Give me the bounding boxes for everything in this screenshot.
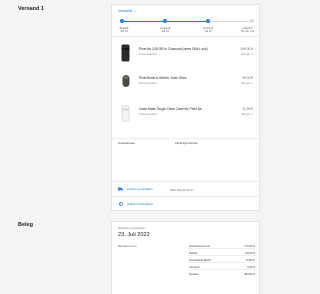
timeline-step-date: Juli 24: [161, 30, 169, 34]
timeline-step-3-check-icon: ✓: [206, 18, 210, 23]
return-icon: [118, 202, 123, 206]
product-item[interactable]: Pixel Buds A-Series, Dark Olive Sommerar…: [112, 70, 261, 98]
timeline-step-4-dot: [250, 19, 254, 23]
totals-label: Versand: [189, 265, 200, 269]
timeline-step-2: Versandt Juli 24: [153, 27, 177, 34]
product-variant: Sommerarbeit: [139, 80, 157, 85]
totals-table: Zwischensumme 770,99 € Rabatt -99,00 € G…: [188, 242, 256, 277]
payment-method-label: Zahlungsmethode: [175, 141, 198, 145]
product-variant: Sommerarbeit: [139, 51, 157, 56]
totals-value: 76,80 €: [245, 258, 255, 262]
product-name: Pixel Buds A-Series, Dark Olive: [139, 76, 187, 80]
carrier-name: DHL Parcel Conn.: [170, 188, 195, 192]
divider: [112, 181, 261, 182]
totals-label: Geschätzte MwSt.: [189, 258, 212, 262]
divider: [112, 138, 261, 139]
shipment-status-label: Versandt: [118, 9, 133, 13]
truck-icon: [118, 187, 123, 191]
shipment-status-dropdown[interactable]: Versandt⌄: [118, 9, 136, 13]
totals-row: Geschätzte MwSt. 76,80 €: [188, 256, 256, 263]
product-variant: Sommerarbeit: [139, 111, 157, 116]
timeline-step-1-check-icon: ✓: [120, 18, 124, 23]
track-delivery-label: Lieferung verfolgen: [127, 187, 153, 191]
timeline-step-date: 26.-28. Juli: [240, 30, 255, 34]
phone-image: [121, 44, 130, 62]
timeline-step-3: Versandt Juli 25: [196, 27, 220, 34]
order-placed-caption: Bestellung aufgegeben: [118, 227, 146, 230]
shipment-card: Versandt⌄ ✓ ✓ ✓ Bestellt Juli 23 Versand…: [111, 4, 261, 211]
product-quantity: Menge: 1: [241, 51, 253, 56]
phone-case-image: [121, 105, 130, 122]
totals-row: Zwischensumme 770,99 €: [188, 242, 256, 249]
totals-value: 0,00 €: [247, 265, 255, 269]
totals-label: Gesamt: [189, 272, 199, 276]
product-price: 449,00 €: [240, 47, 253, 51]
totals-label: Rabatt: [189, 251, 198, 255]
timeline-step-1: Bestellt Juli 23: [112, 27, 136, 34]
timeline-step-4: Geliefert 26.-28. Juli: [234, 27, 261, 34]
earbuds-image: [122, 75, 130, 87]
receipt-card: Bestellung aufgegeben 23. Juli 2022 Best…: [111, 221, 260, 294]
timeline-pending-line: [208, 20, 253, 22]
product-name: Case-Mate Tough Clear Case für Pixel 6a: [139, 107, 202, 111]
shipment-section-title: Versand 1: [18, 6, 44, 12]
totals-label: Zwischensumme: [189, 244, 210, 248]
divider: [112, 196, 261, 197]
totals-value: 770,99 €: [244, 244, 255, 248]
product-name: Pixel 6a 128 GB in Charcoal (ohne SIM-Lo…: [139, 47, 208, 51]
product-price: 21,99 €: [242, 107, 253, 111]
totals-row-total: Gesamt 483,99 €: [188, 270, 256, 277]
chevron-down-icon: ⌄: [133, 9, 137, 13]
product-item[interactable]: Pixel 6a 128 GB in Charcoal (ohne SIM-Lo…: [112, 41, 261, 69]
timeline-step-date: Juli 23: [120, 30, 128, 34]
receipt-section-title: Beleg: [18, 222, 33, 228]
product-quantity: Menge: 1: [241, 80, 253, 85]
divider: [112, 36, 261, 37]
product-price: 99,00 €: [242, 76, 253, 80]
totals-value: 483,99 €: [244, 272, 255, 276]
shipment-timeline: ✓ ✓ ✓: [120, 19, 255, 23]
shipping-address-label: Lieferadresse: [118, 141, 135, 145]
order-date: 23. Juli 2022: [118, 231, 150, 238]
timeline-step-date: Juli 25: [204, 30, 212, 34]
product-quantity: Menge: 1: [241, 111, 253, 116]
order-number-label: Bestellnummer: [118, 244, 137, 248]
return-items-label: Artikel zurückgeben: [127, 202, 154, 206]
totals-row: Rabatt -99,00 €: [188, 249, 256, 256]
totals-row: Versand 0,00 €: [188, 263, 256, 270]
product-item[interactable]: Case-Mate Tough Clear Case für Pixel 6a …: [112, 101, 261, 129]
totals-value: -99,00 €: [244, 251, 255, 255]
track-delivery-link[interactable]: Lieferung verfolgen: [118, 187, 153, 191]
return-items-link[interactable]: Artikel zurückgeben: [118, 202, 153, 206]
timeline-step-2-check-icon: ✓: [163, 18, 167, 23]
